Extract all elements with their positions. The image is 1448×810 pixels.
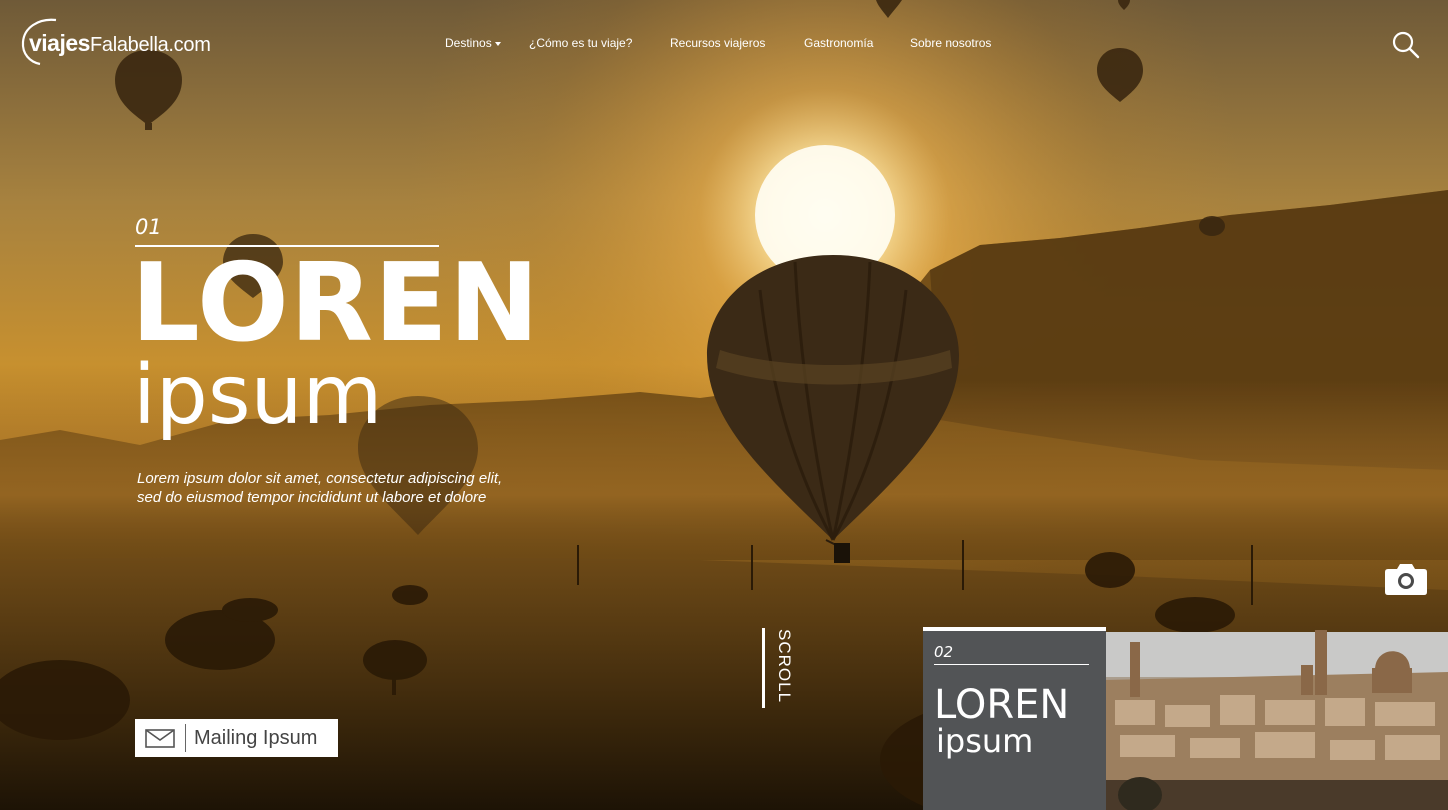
nav-item-destinos[interactable]: Destinos bbox=[445, 36, 501, 50]
hero-description-line-1: Lorem ipsum dolor sit amet, consectetur … bbox=[137, 470, 503, 487]
site-logo[interactable]: viajesFalabella.com bbox=[20, 16, 220, 68]
mailing-label: Mailing Ipsum bbox=[194, 727, 318, 749]
nav-item-sobre-nosotros[interactable]: Sobre nosotros bbox=[910, 36, 991, 50]
next-slide-card[interactable]: 02 LOREN ipsum bbox=[923, 627, 1106, 810]
envelope-icon bbox=[145, 729, 175, 748]
mailing-button[interactable]: Mailing Ipsum bbox=[135, 719, 338, 757]
nav-item-recursos-viajeros[interactable]: Recursos viajeros bbox=[670, 36, 765, 50]
logo-text-viajes: viajes bbox=[29, 30, 90, 56]
hero-description: Lorem ipsum dolor sit amet, consectetur … bbox=[137, 469, 557, 507]
hero-subtitle: ipsum bbox=[133, 348, 383, 443]
logo-text-falabella: Falabella.com bbox=[89, 34, 211, 56]
next-slide-subtitle: ipsum bbox=[936, 722, 1034, 760]
hero-title: LOREN bbox=[131, 241, 541, 366]
chevron-down-icon bbox=[494, 41, 501, 46]
nav-item-como-es-tu-viaje[interactable]: ¿Cómo es tu viaje? bbox=[529, 36, 632, 50]
scroll-indicator[interactable]: SCROLL bbox=[774, 629, 794, 703]
slide-number: 01 bbox=[135, 215, 162, 239]
next-slide-title: LOREN bbox=[934, 682, 1070, 728]
search-icon[interactable] bbox=[1391, 30, 1421, 60]
scroll-line bbox=[762, 628, 765, 708]
hero-description-line-2: sed do eiusmod tempor incididunt ut labo… bbox=[137, 489, 487, 506]
nav-item-gastronomia[interactable]: Gastronomía bbox=[804, 36, 873, 50]
next-slide-number: 02 bbox=[934, 643, 954, 661]
camera-icon[interactable] bbox=[1384, 562, 1428, 596]
mailing-separator bbox=[185, 724, 186, 752]
next-slide-divider bbox=[934, 664, 1089, 665]
next-slide-thumbnail[interactable] bbox=[1106, 632, 1448, 810]
